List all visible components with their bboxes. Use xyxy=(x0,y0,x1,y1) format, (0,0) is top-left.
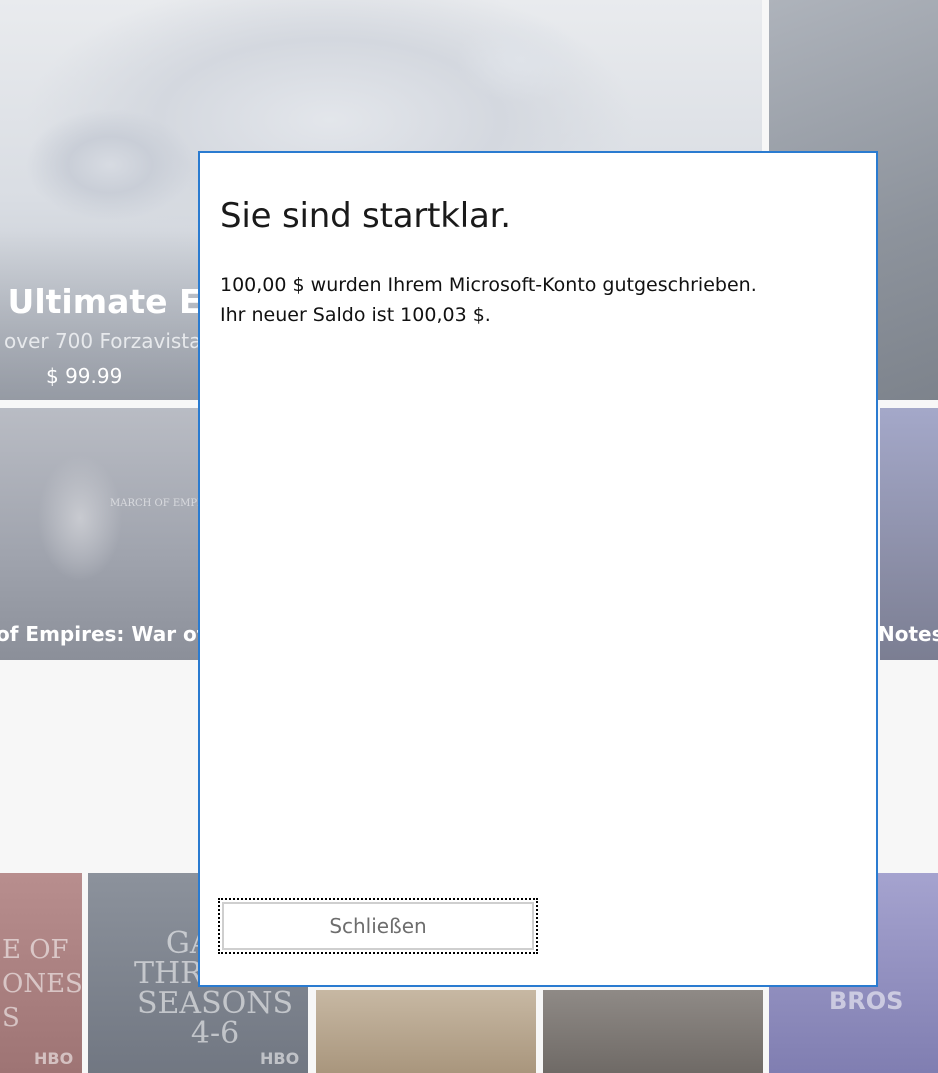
dialog-title: Sie sind startklar. xyxy=(220,196,511,236)
redeem-success-dialog: Sie sind startklar. 100,00 $ wurden Ihre… xyxy=(198,151,878,987)
tile-art-2[interactable] xyxy=(543,990,763,1073)
dialog-message-balance: Ihr neuer Saldo ist 100,03 $. xyxy=(220,304,491,326)
close-button-label: Schließen xyxy=(222,902,534,950)
bros-text: BROS xyxy=(829,987,904,1015)
hbo-logo-1: HBO xyxy=(34,1049,74,1068)
dialog-message-credit: 100,00 $ wurden Ihrem Microsoft-Konto gu… xyxy=(220,274,757,296)
tile-notes-game[interactable]: Notes xyxy=(880,408,938,660)
tile-title-march-of-empires: of Empires: War of E xyxy=(0,622,200,646)
got1-text: E OF ONES S xyxy=(2,935,82,1033)
hero-subtitle: over 700 Forzavista xyxy=(4,329,202,353)
knight-banner-text: MARCH OF EMPIRES xyxy=(110,498,200,509)
hbo-logo-2: HBO xyxy=(260,1049,300,1068)
tile-title-notes: Notes xyxy=(880,622,938,646)
hero-title: / Ultimate Ed xyxy=(0,282,226,321)
hero-price: $ 99.99 xyxy=(46,364,123,388)
tile-march-of-empires[interactable]: MARCH OF EMPIRES of Empires: War of E xyxy=(0,408,200,660)
tile-art-1[interactable] xyxy=(316,990,536,1073)
close-button[interactable]: Schließen xyxy=(218,898,538,954)
tile-game-of-thrones-1[interactable]: E OF ONES S HBO xyxy=(0,873,82,1073)
